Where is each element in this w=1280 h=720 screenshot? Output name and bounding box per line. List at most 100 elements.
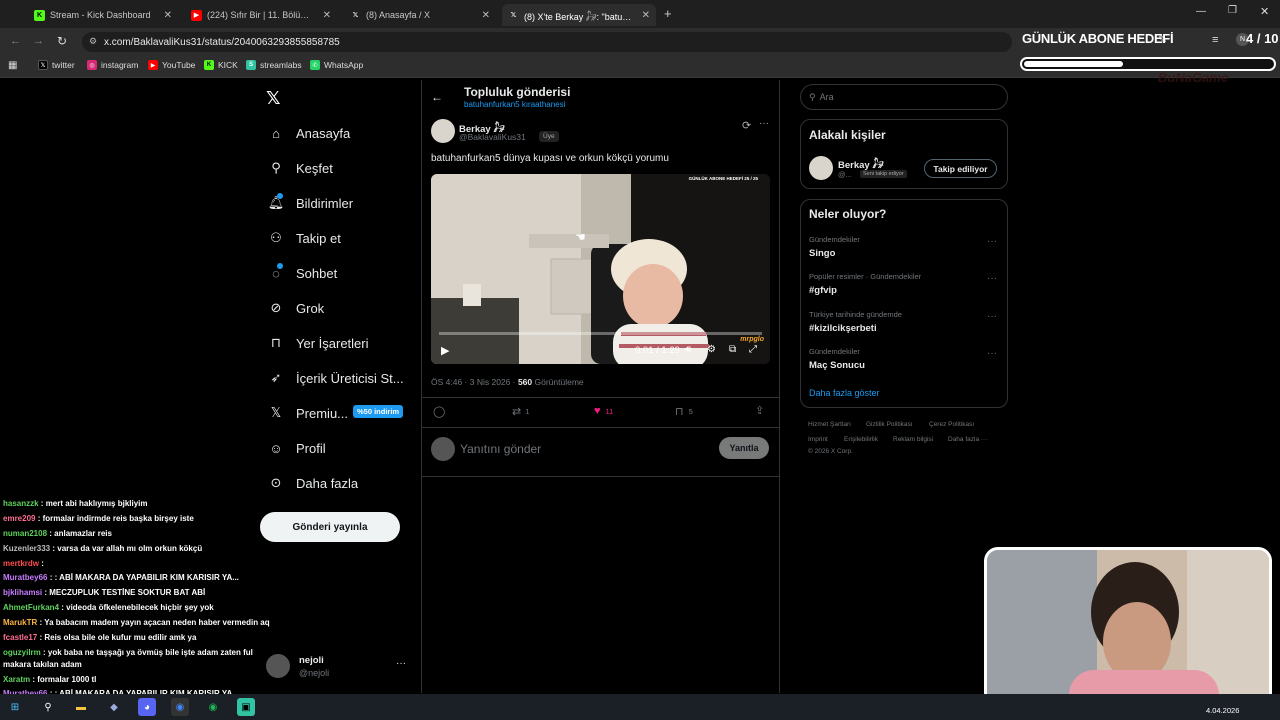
webcam-frame [987,550,1269,704]
back-arrow-icon[interactable]: ← [431,90,443,104]
chat-message: oguzyilrm : yok baba ne taşşağı ya övmüş… [3,648,253,658]
address-bar[interactable]: ⚙ x.com/BaklavaliKus31/status/2040063293… [82,32,1012,52]
post-video[interactable]: GÜNLÜK ABONE HEDEFİ 25 / 25 mrpglo ▶ 0:0… [431,174,770,364]
trend-more-icon[interactable]: ··· [987,273,997,284]
footer-link[interactable]: Erişilebilirlik [844,436,878,443]
search-input[interactable]: ⚲ Ara [800,84,1008,110]
related-avatar[interactable] [809,156,833,180]
nav-explore[interactable]: ⚲ Keşfet [268,157,333,179]
tab-x-post[interactable]: 𝕏 (8) X'te Berkay 𓃗: "batuhanfurkan ✕ [502,4,656,26]
video-progress-bar[interactable] [439,332,762,335]
close-icon[interactable]: ✕ [323,10,331,21]
bookmark-youtube[interactable]: ▶ YouTube [148,60,195,70]
nav-home[interactable]: ⌂ Anasayfa [268,122,350,144]
nav-premium[interactable]: 𝕏 Premiu... [268,402,348,424]
volume-icon[interactable]: 🔊︎ [685,344,691,355]
account-switcher[interactable]: nejoli @nejoli ··· [266,652,414,682]
nav-more[interactable]: ⊙ Daha fazla [268,472,359,494]
reply-button[interactable]: Yanıtla [719,437,769,459]
reload-button[interactable]: ↻ [57,34,67,48]
site-info-icon[interactable]: ⚙ [89,36,97,47]
footer-link[interactable]: Reklam bilgisi [893,436,933,443]
chat-message: numan2108 : anlamazlar reis [3,529,112,539]
nav-grok[interactable]: ⊘ Grok [268,297,325,319]
apps-icon[interactable]: ▦ [8,60,17,71]
spotify-icon[interactable]: ◉ [204,698,222,716]
chat-text: Ya babacım madem yayın açacan neden habe… [44,618,270,627]
footer-link[interactable]: Daha fazla ··· [948,436,987,443]
repost-button[interactable]: ⇄ 1 [512,405,529,418]
x-logo-icon[interactable]: 𝕏 [266,88,281,109]
member-badge: Üye [539,131,559,142]
chat-message: fcastle17 : Reis olsa bile ole kufur mu … [3,633,196,643]
more-options-icon[interactable]: ··· [396,658,406,669]
chat-separator: : [39,559,44,568]
tab-kick[interactable]: K Stream - Kick Dashboard ✕ [28,4,178,26]
nav-profile[interactable]: ☺ Profil [268,437,325,459]
webcam-overlay [984,547,1272,707]
tab-x-home[interactable]: 𝕏 (8) Anasayfa / X ✕ [344,4,496,26]
nav-creator-studio[interactable]: ➶ İçerik Üreticisi St... [268,367,404,389]
app-icon[interactable]: ◆ [105,698,123,716]
home-icon: ⌂ [272,125,280,141]
show-more-link[interactable]: Daha fazla göster [809,388,880,398]
close-icon[interactable]: ✕ [482,10,490,21]
reply-icon[interactable]: ◯ [433,405,445,418]
trend-item[interactable]: Türkiye tarihinde gündemde #kizilcikşerbe… [809,310,902,334]
footer-link[interactable]: Çerez Politikası [929,421,974,428]
chat-text: formalar 1000 tl [37,675,97,684]
post-button[interactable]: Gönderi yayınla [260,512,400,542]
avatar [266,654,290,678]
youtube-icon: ▶ [191,9,202,21]
play-icon[interactable]: ▶ [441,344,449,357]
post-more-icon[interactable]: ··· [759,118,769,129]
follows-you-badge: Seni takip ediyor [860,170,907,178]
maximize-button[interactable]: ❐ [1228,5,1237,16]
chat-username: AhmetFurkan4 [3,603,60,612]
fullscreen-icon[interactable]: ⤢ [749,344,757,355]
footer-link[interactable]: Hizmet Şartları [808,421,851,428]
trend-more-icon[interactable]: ··· [987,311,997,322]
nav-follow[interactable]: ⚇ Takip et [268,227,341,249]
start-icon[interactable]: ⊞ [6,698,24,716]
footer-link[interactable]: Imprint [808,436,828,443]
pip-icon[interactable]: ⧉ [729,344,736,355]
author-handle[interactable]: @BaklavaliKus31 [459,132,526,142]
like-button[interactable]: ♥ 11 [594,405,613,417]
reply-input[interactable]: Yanıtını gönder [460,442,541,456]
file-explorer-icon[interactable]: ▬ [72,698,90,716]
close-icon[interactable]: ✕ [642,10,650,21]
following-button[interactable]: Takip ediliyor [924,159,997,178]
bookmark-twitter[interactable]: 𝕏twitter [38,60,75,70]
streamlabs-icon[interactable]: ▣ [237,698,255,716]
nav-bookmarks[interactable]: ⊓ Yer İşaretleri [268,332,369,354]
share-icon[interactable]: ⇪ [755,404,764,417]
subscriber-goal-count: 4 / 10 [1246,31,1279,46]
chrome-icon[interactable]: ◉ [171,698,189,716]
new-tab-button[interactable]: + [664,6,672,21]
trend-item[interactable]: Popüler resimler · Gündemdekiler #gfvip [809,272,921,296]
discord-icon[interactable]: ◕ [138,698,156,716]
trend-more-icon[interactable]: ··· [987,348,997,359]
playlist-icon[interactable]: ≡ [1212,34,1218,46]
window-close-button[interactable]: ✕ [1260,5,1269,18]
bookmark-whatsapp[interactable]: ✆ WhatsApp [310,60,363,70]
trend-more-icon[interactable]: ··· [987,236,997,247]
minimize-button[interactable]: — [1196,6,1206,17]
author-avatar[interactable] [431,119,455,143]
tab-youtube[interactable]: ▶ (224) Sıfır Bir | 11. Bölüm - YouT ✕ [185,4,337,26]
bookmark-button[interactable]: ⊓ 5 [675,405,693,418]
community-link[interactable]: batuhanfurkan5 kıraathanesi [464,100,565,109]
bookmark-streamlabs[interactable]: Sstreamlabs [246,60,302,70]
bookmark-instagram[interactable]: ◎ instagram [87,60,138,70]
forward-button[interactable]: → [33,35,44,47]
settings-icon[interactable]: ⚙ [707,344,716,355]
trend-item[interactable]: Gündemdekiler Singo [809,235,860,259]
search-icon[interactable]: ⚲ [39,698,57,716]
footer-link[interactable]: Gizlilik Politikası [866,421,913,428]
bookmark-kick[interactable]: K KICK [204,60,238,70]
trend-item[interactable]: Gündemdekiler Maç Sonucu [809,347,865,371]
back-button[interactable]: ← [10,35,21,47]
close-icon[interactable]: ✕ [164,10,172,21]
grok-action-icon[interactable]: ⟳ [742,119,751,132]
